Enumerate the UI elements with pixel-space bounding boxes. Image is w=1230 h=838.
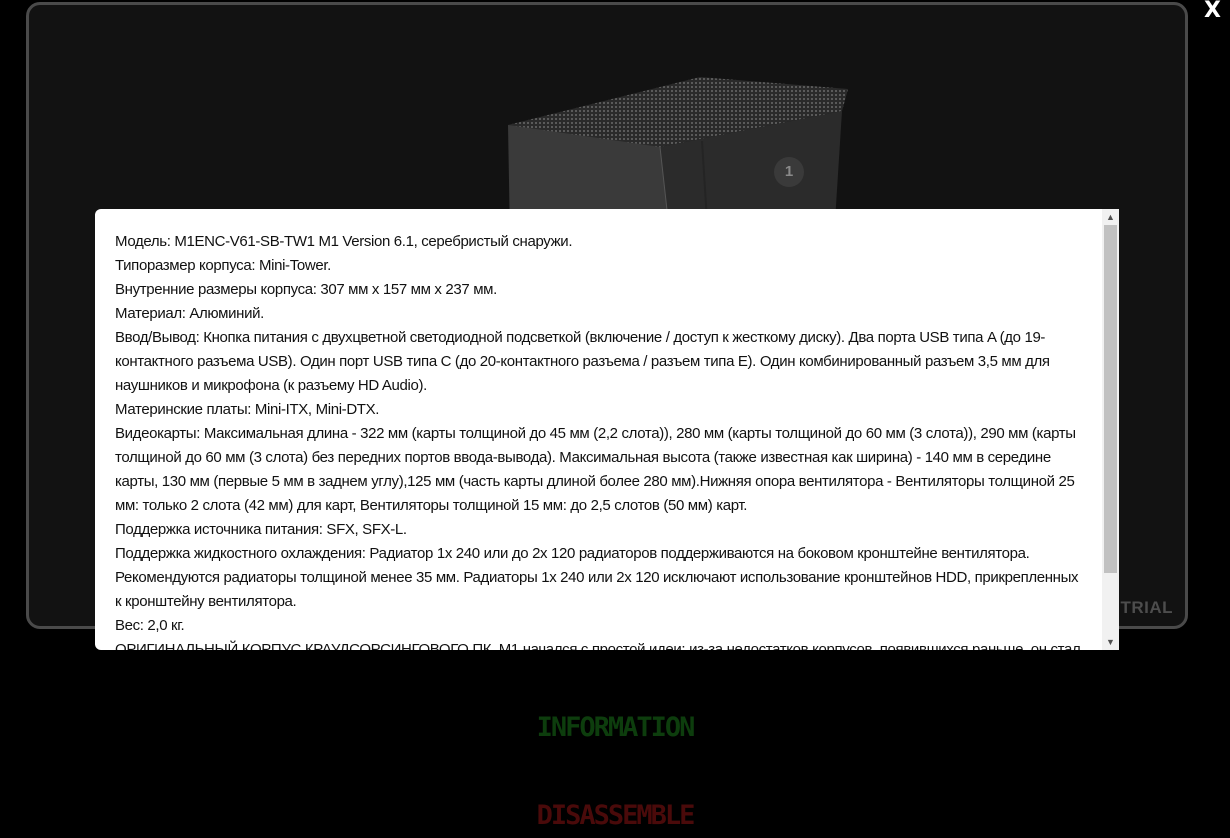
disassemble-button[interactable]: DISASSEMBLE <box>0 800 1230 831</box>
info-motherboards: Материнские платы: Mini-ITX, Mini-DTX. <box>115 401 380 418</box>
hotspot-marker[interactable]: 1 <box>774 157 804 187</box>
scroll-up-arrow-icon[interactable]: ▲ <box>1102 209 1119 225</box>
info-material: Материал: Алюминий. <box>115 305 264 322</box>
trial-watermark: TRIAL <box>1120 598 1173 617</box>
info-liquid-cooling: Поддержка жидкостного охлаждения: Радиат… <box>115 545 1079 610</box>
information-text: Модель: M1ENC-V61-SB-TW1 M1 Version 6.1,… <box>95 209 1102 650</box>
info-model: Модель: M1ENC-V61-SB-TW1 M1 Version 6.1,… <box>115 233 573 250</box>
information-panel[interactable]: Модель: M1ENC-V61-SB-TW1 M1 Version 6.1,… <box>95 209 1119 650</box>
info-psu: Поддержка источника питания: SFX, SFX-L. <box>115 521 407 538</box>
info-weight: Вес: 2,0 кг. <box>115 617 185 634</box>
info-form-factor: Типоразмер корпуса: Mini-Tower. <box>115 257 331 274</box>
info-io: Ввод/Вывод: Кнопка питания с двухцветной… <box>115 329 1050 394</box>
scroll-down-arrow-icon[interactable]: ▼ <box>1102 634 1119 650</box>
info-scrollbar[interactable]: ▲ ▼ <box>1102 209 1119 650</box>
information-button[interactable]: INFORMATION <box>0 712 1230 743</box>
scroll-thumb[interactable] <box>1104 225 1117 573</box>
close-button[interactable]: X <box>1204 0 1221 23</box>
info-graphics-cards: Видеокарты: Максимальная длина - 322 мм … <box>115 425 1076 514</box>
info-description: ОРИГИНАЛЬНЫЙ КОРПУС КРАУДСОРСИНГОВОГО ПК… <box>115 641 1081 650</box>
info-internal-dimensions: Внутренние размеры корпуса: 307 мм х 157… <box>115 281 497 298</box>
